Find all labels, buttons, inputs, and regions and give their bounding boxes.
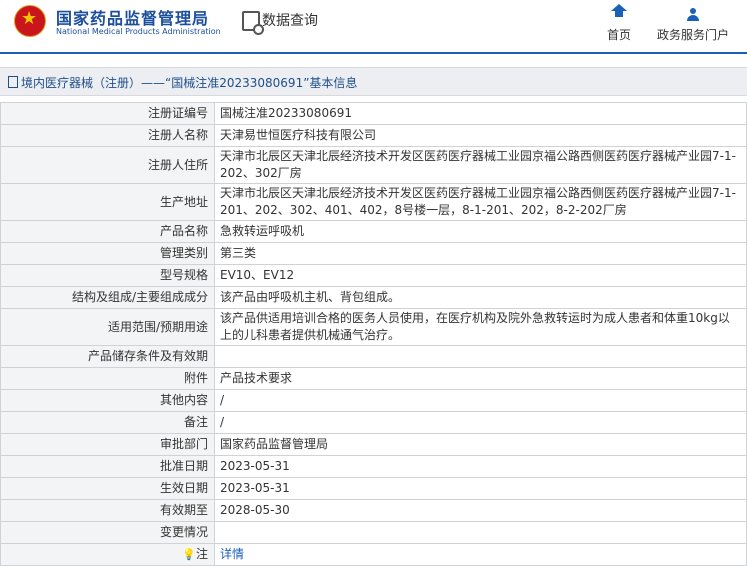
field-label: 管理类别: [0, 242, 215, 265]
table-row: 生产地址 天津市北辰区天津北辰经济技术开发区医药医疗器械工业园京福公路西侧医药医疗…: [0, 183, 747, 221]
field-label: 备注: [0, 411, 215, 434]
field-label: 型号规格: [0, 264, 215, 287]
nav-gov-services-label: 政务服务门户: [656, 28, 729, 42]
table-row: 注册人住所 天津市北辰区天津北辰经济技术开发区医药医疗器械工业园京福公路西侧医药医…: [0, 146, 747, 184]
table-row: 批准日期 2023-05-31: [0, 455, 747, 478]
field-label: 生效日期: [0, 477, 215, 500]
lightbulb-icon: 💡: [182, 548, 196, 561]
table-row: 管理类别 第三类: [0, 242, 747, 265]
table-row: 产品名称 急救转运呼吸机: [0, 220, 747, 243]
document-icon: [8, 76, 18, 88]
database-search-icon: [242, 11, 264, 35]
table-row: 附件 产品技术要求: [0, 367, 747, 390]
field-value: 2023-05-31: [214, 477, 747, 500]
breadcrumb-text: 境内医疗器械（注册）——“国械注准20233080691”基本信息: [21, 76, 358, 90]
field-value: 急救转运呼吸机: [214, 220, 747, 243]
user-icon: [687, 8, 699, 21]
field-label: 注册人名称: [0, 124, 215, 147]
field-value: 天津市北辰区天津北辰经济技术开发区医药医疗器械工业园京福公路西侧医药医疗器械产业…: [214, 183, 747, 221]
field-label: 产品名称: [0, 220, 215, 243]
home-icon: [611, 4, 627, 20]
site-header: ★ 国家药品监督管理局 National Medical Products Ad…: [0, 0, 747, 54]
details-link[interactable]: 详情: [220, 547, 244, 561]
table-row: 型号规格 EV10、EV12: [0, 264, 747, 287]
field-value: [214, 345, 747, 368]
nav-home[interactable]: 首页: [605, 4, 633, 43]
table-row: 结构及组成/主要组成成分 该产品由呼吸机主机、背包组成。: [0, 286, 747, 309]
field-label: 生产地址: [0, 183, 215, 221]
field-label: 审批部门: [0, 433, 215, 456]
breadcrumb-bar: 境内医疗器械（注册）——“国械注准20233080691”基本信息: [0, 67, 747, 96]
field-value: 该产品由呼吸机主机、背包组成。: [214, 286, 747, 309]
field-value: 2023-05-31: [214, 455, 747, 478]
table-row: 审批部门 国家药品监督管理局: [0, 433, 747, 456]
field-value: 国家药品监督管理局: [214, 433, 747, 456]
field-label: 附件: [0, 367, 215, 390]
field-label: 注册人住所: [0, 146, 215, 184]
field-value: EV10、EV12: [214, 264, 747, 287]
table-row: 有效期至 2028-05-30: [0, 499, 747, 522]
org-name-en: National Medical Products Administration: [56, 27, 221, 36]
field-value: [214, 521, 747, 544]
field-value: 第三类: [214, 242, 747, 265]
field-value: 2028-05-30: [214, 499, 747, 522]
field-value: /: [214, 389, 747, 412]
table-row: 变更情况: [0, 521, 747, 544]
field-value: 产品技术要求: [214, 367, 747, 390]
nav-home-label: 首页: [606, 28, 631, 42]
field-label: 其他内容: [0, 389, 215, 412]
registration-info-table: 注册证编号 国械注准20233080691 注册人名称 天津易世恒医疗科技有限公司 注册…: [0, 102, 747, 566]
note-label: 💡注: [0, 543, 215, 566]
breadcrumb: 境内医疗器械（注册）——“国械注准20233080691”基本信息: [8, 74, 357, 91]
note-label-text: 注: [195, 547, 208, 561]
field-value: 该产品供适用培训合格的医务人员使用，在医疗机构及院外急救转运时为成人患者和体重1…: [214, 308, 747, 346]
field-label: 注册证编号: [0, 102, 215, 125]
field-label: 产品储存条件及有效期: [0, 345, 215, 368]
field-value: /: [214, 411, 747, 434]
table-row: 产品储存条件及有效期: [0, 345, 747, 368]
field-value: 天津市北辰区天津北辰经济技术开发区医药医疗器械工业园京福公路西侧医药医疗器械产业…: [214, 146, 747, 184]
field-label: 结构及组成/主要组成成分: [0, 286, 215, 309]
table-row-note: 💡注 详情: [0, 543, 747, 566]
org-name-cn: 国家药品监督管理局: [56, 9, 210, 28]
table-row: 适用范围/预期用途 该产品供适用培训合格的医务人员使用，在医疗机构及院外急救转运时…: [0, 308, 747, 346]
table-row: 生效日期 2023-05-31: [0, 477, 747, 500]
table-row: 其他内容 /: [0, 389, 747, 412]
field-label: 批准日期: [0, 455, 215, 478]
database-query-title[interactable]: 数据查询: [262, 10, 318, 30]
note-value: 详情: [214, 543, 747, 566]
field-label: 变更情况: [0, 521, 215, 544]
field-label: 有效期至: [0, 499, 215, 522]
table-row: 注册证编号 国械注准20233080691: [0, 102, 747, 125]
field-value: 天津易世恒医疗科技有限公司: [214, 124, 747, 147]
nav-gov-services[interactable]: 政务服务门户: [656, 8, 730, 43]
field-value: 国械注准20233080691: [214, 102, 747, 125]
national-emblem-icon: ★: [14, 5, 46, 37]
table-row: 备注 /: [0, 411, 747, 434]
table-row: 注册人名称 天津易世恒医疗科技有限公司: [0, 124, 747, 147]
field-label: 适用范围/预期用途: [0, 308, 215, 346]
